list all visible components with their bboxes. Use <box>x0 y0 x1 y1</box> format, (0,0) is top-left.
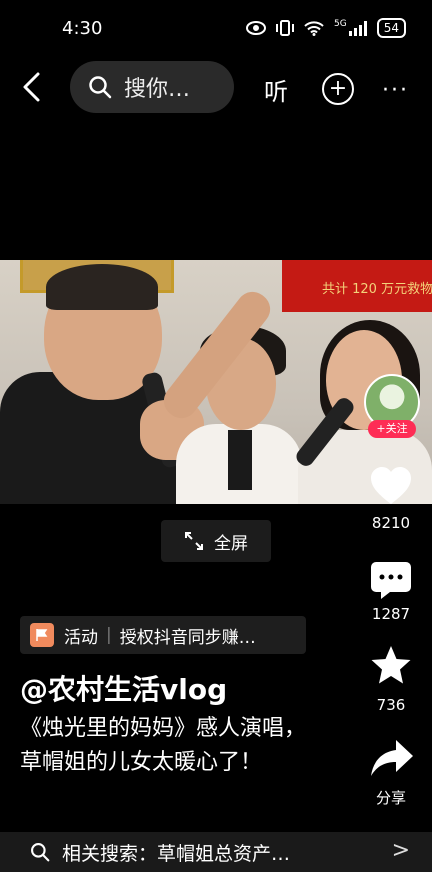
chevron-right-icon: > <box>391 838 410 863</box>
video-player[interactable]: 共计 120 万元救物 <box>0 260 432 504</box>
star-icon <box>371 646 411 684</box>
expand-icon <box>185 532 203 550</box>
share-label: 分享 <box>375 789 406 807</box>
singer-hair <box>46 264 158 310</box>
search-icon <box>89 76 112 99</box>
back-button[interactable] <box>20 70 50 106</box>
fullscreen-label: 全屏 <box>214 533 248 554</box>
like-button[interactable] <box>370 466 412 510</box>
activity-label: 活动 <box>64 627 98 648</box>
favorite-button[interactable] <box>370 644 412 690</box>
activity-text: 授权抖音同步赚… <box>119 627 256 648</box>
flag-icon <box>30 623 54 647</box>
share-arrow-icon <box>371 740 413 776</box>
share-button[interactable] <box>370 738 414 782</box>
wifi-icon <box>304 20 324 36</box>
add-button[interactable]: + <box>322 73 354 105</box>
vibrate-icon <box>276 20 295 36</box>
follow-button[interactable]: +关注 <box>368 420 416 438</box>
related-search-text: 相关搜索：草帽姐总资产… <box>62 842 291 865</box>
search-icon <box>31 843 50 862</box>
comment-count: 1287 <box>371 605 411 623</box>
woman-collar <box>228 430 252 490</box>
more-button[interactable]: ··· <box>382 78 409 103</box>
heart-icon <box>371 467 411 504</box>
battery-indicator: 54 <box>376 18 406 38</box>
favorite-count: 736 <box>376 696 406 714</box>
comment-button[interactable] <box>370 560 412 604</box>
status-icons: 5G 54 <box>246 18 406 38</box>
search-box[interactable]: 搜你… <box>70 61 234 113</box>
banner-text: 共计 120 万元救物 <box>322 282 432 297</box>
listen-button[interactable]: 听 <box>264 72 288 107</box>
activity-divider: | <box>106 625 112 645</box>
video-description: 《烛光里的妈妈》感人演唱，草帽姐的儿女太暖心了！ <box>20 716 307 775</box>
network-label: 5G <box>334 19 347 29</box>
author-name[interactable]: @农村生活vlog <box>20 668 227 708</box>
eye-icon <box>246 21 267 35</box>
back-arrow-icon <box>23 72 40 102</box>
activity-tag[interactable]: 活动 | 授权抖音同步赚… <box>20 616 306 654</box>
signal-icon <box>348 20 367 36</box>
search-text: 搜你… <box>124 77 191 102</box>
plus-icon: + <box>328 76 348 101</box>
fullscreen-button[interactable]: 全屏 <box>161 520 271 562</box>
like-count: 8210 <box>371 514 411 532</box>
comment-icon <box>371 562 411 599</box>
related-search-bar[interactable]: 相关搜索：草帽姐总资产… > <box>0 832 432 872</box>
status-time: 4:30 <box>62 18 103 39</box>
